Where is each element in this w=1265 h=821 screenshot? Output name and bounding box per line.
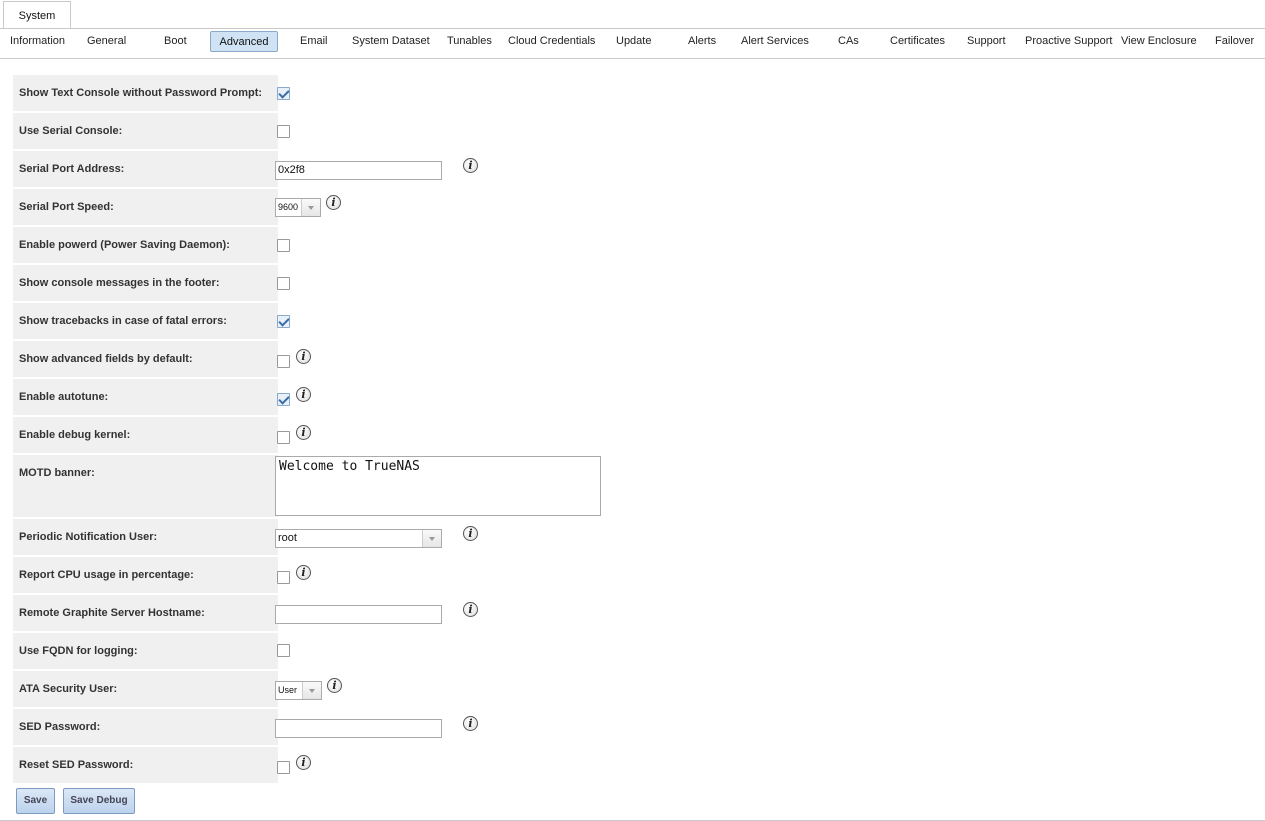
row-tracebacks: Show tracebacks in case of fatal errors: bbox=[13, 303, 713, 339]
graphite-hostname-input[interactable] bbox=[275, 605, 442, 624]
row-powerd: Enable powerd (Power Saving Daemon): bbox=[13, 227, 713, 263]
info-icon[interactable]: i bbox=[296, 349, 311, 364]
tab-advanced[interactable]: Advanced bbox=[210, 31, 278, 52]
select-value: User bbox=[278, 685, 298, 695]
tab-alert-services[interactable]: Alert Services bbox=[741, 31, 809, 52]
tab-bar: Information General Boot Advanced Email … bbox=[0, 29, 1265, 59]
info-icon[interactable]: i bbox=[327, 678, 342, 693]
info-icon[interactable]: i bbox=[463, 526, 478, 541]
tracebacks-checkbox[interactable] bbox=[277, 315, 290, 328]
field-label: Use Serial Console: bbox=[13, 113, 278, 149]
info-icon[interactable]: i bbox=[296, 565, 311, 580]
row-periodic-user: Periodic Notification User: root i bbox=[13, 519, 713, 555]
row-reset-sed: Reset SED Password: i bbox=[13, 747, 713, 783]
field-label: Periodic Notification User: bbox=[13, 519, 278, 555]
field-label: Show console messages in the footer: bbox=[13, 265, 278, 301]
tab-system-dataset[interactable]: System Dataset bbox=[352, 31, 430, 52]
info-icon[interactable]: i bbox=[296, 387, 311, 402]
info-icon[interactable]: i bbox=[326, 195, 341, 210]
ata-user-select[interactable]: User bbox=[275, 681, 322, 700]
field-label: Report CPU usage in percentage: bbox=[13, 557, 278, 593]
select-value: root bbox=[278, 532, 297, 544]
tab-cas[interactable]: CAs bbox=[838, 31, 859, 52]
tab-update[interactable]: Update bbox=[616, 31, 651, 52]
row-serial-port-address: Serial Port Address: 0x2f8 i bbox=[13, 151, 713, 187]
select-value: 9600 bbox=[278, 202, 299, 212]
chevron-down-icon bbox=[422, 530, 441, 547]
info-icon[interactable]: i bbox=[296, 755, 311, 770]
field-label: MOTD banner: bbox=[13, 455, 278, 517]
field-label: SED Password: bbox=[13, 709, 278, 745]
tab-proactive-support[interactable]: Proactive Support bbox=[1025, 31, 1112, 52]
field-label: Show Text Console without Password Promp… bbox=[13, 75, 278, 111]
info-icon[interactable]: i bbox=[463, 602, 478, 617]
text-console-checkbox[interactable] bbox=[277, 87, 290, 100]
tab-general[interactable]: General bbox=[87, 31, 126, 52]
sed-password-input[interactable] bbox=[275, 719, 442, 738]
serial-console-checkbox[interactable] bbox=[277, 125, 290, 138]
chevron-down-icon bbox=[301, 199, 320, 216]
row-ata-user: ATA Security User: User i bbox=[13, 671, 713, 707]
row-motd: MOTD banner: Welcome to TrueNAS bbox=[13, 455, 713, 517]
row-debug-kernel: Enable debug kernel: i bbox=[13, 417, 713, 453]
field-label: Enable powerd (Power Saving Daemon): bbox=[13, 227, 278, 263]
info-icon[interactable]: i bbox=[463, 716, 478, 731]
field-label: Serial Port Address: bbox=[13, 151, 278, 187]
field-label: Show tracebacks in case of fatal errors: bbox=[13, 303, 278, 339]
autotune-checkbox[interactable] bbox=[277, 393, 290, 406]
field-label: Show advanced fields by default: bbox=[13, 341, 278, 377]
tab-view-enclosure[interactable]: View Enclosure bbox=[1121, 31, 1197, 52]
serial-port-address-input[interactable]: 0x2f8 bbox=[275, 161, 442, 180]
chevron-down-icon bbox=[302, 682, 321, 699]
field-label: Use FQDN for logging: bbox=[13, 633, 278, 669]
save-debug-button[interactable]: Save Debug bbox=[63, 788, 135, 814]
save-button[interactable]: Save bbox=[16, 788, 55, 814]
field-label: Reset SED Password: bbox=[13, 747, 278, 783]
field-label: Enable autotune: bbox=[13, 379, 278, 415]
field-label: ATA Security User: bbox=[13, 671, 278, 707]
row-text-console: Show Text Console without Password Promp… bbox=[13, 75, 713, 111]
row-graphite: Remote Graphite Server Hostname: i bbox=[13, 595, 713, 631]
tab-cloud-credentials[interactable]: Cloud Credentials bbox=[508, 31, 595, 52]
console-messages-checkbox[interactable] bbox=[277, 277, 290, 290]
tab-email[interactable]: Email bbox=[300, 31, 328, 52]
serial-port-speed-select[interactable]: 9600 bbox=[275, 198, 321, 217]
periodic-user-select[interactable]: root bbox=[275, 529, 442, 548]
tab-failover[interactable]: Failover bbox=[1215, 31, 1254, 52]
advanced-fields-checkbox[interactable] bbox=[277, 355, 290, 368]
field-label: Enable debug kernel: bbox=[13, 417, 278, 453]
motd-textarea[interactable]: Welcome to TrueNAS bbox=[275, 456, 601, 516]
row-console-messages: Show console messages in the footer: bbox=[13, 265, 713, 301]
debug-kernel-checkbox[interactable] bbox=[277, 431, 290, 444]
tab-tunables[interactable]: Tunables bbox=[447, 31, 492, 52]
cpu-percentage-checkbox[interactable] bbox=[277, 571, 290, 584]
row-serial-console: Use Serial Console: bbox=[13, 113, 713, 149]
tab-information[interactable]: Information bbox=[10, 31, 65, 52]
field-label: Remote Graphite Server Hostname: bbox=[13, 595, 278, 631]
powerd-checkbox[interactable] bbox=[277, 239, 290, 252]
row-advanced-fields: Show advanced fields by default: i bbox=[13, 341, 713, 377]
tab-support[interactable]: Support bbox=[967, 31, 1006, 52]
info-icon[interactable]: i bbox=[296, 425, 311, 440]
field-label: Serial Port Speed: bbox=[13, 189, 278, 225]
tab-system[interactable]: System bbox=[3, 1, 71, 28]
tab-alerts[interactable]: Alerts bbox=[688, 31, 716, 52]
info-icon[interactable]: i bbox=[463, 158, 478, 173]
row-serial-port-speed: Serial Port Speed: 9600 i bbox=[13, 189, 713, 225]
tab-boot[interactable]: Boot bbox=[164, 31, 187, 52]
reset-sed-checkbox[interactable] bbox=[277, 761, 290, 774]
row-sed-password: SED Password: i bbox=[13, 709, 713, 745]
row-autotune: Enable autotune: i bbox=[13, 379, 713, 415]
tab-certificates[interactable]: Certificates bbox=[890, 31, 945, 52]
fqdn-logging-checkbox[interactable] bbox=[277, 644, 290, 657]
row-cpu-percentage: Report CPU usage in percentage: i bbox=[13, 557, 713, 593]
row-fqdn-logging: Use FQDN for logging: bbox=[13, 633, 713, 669]
